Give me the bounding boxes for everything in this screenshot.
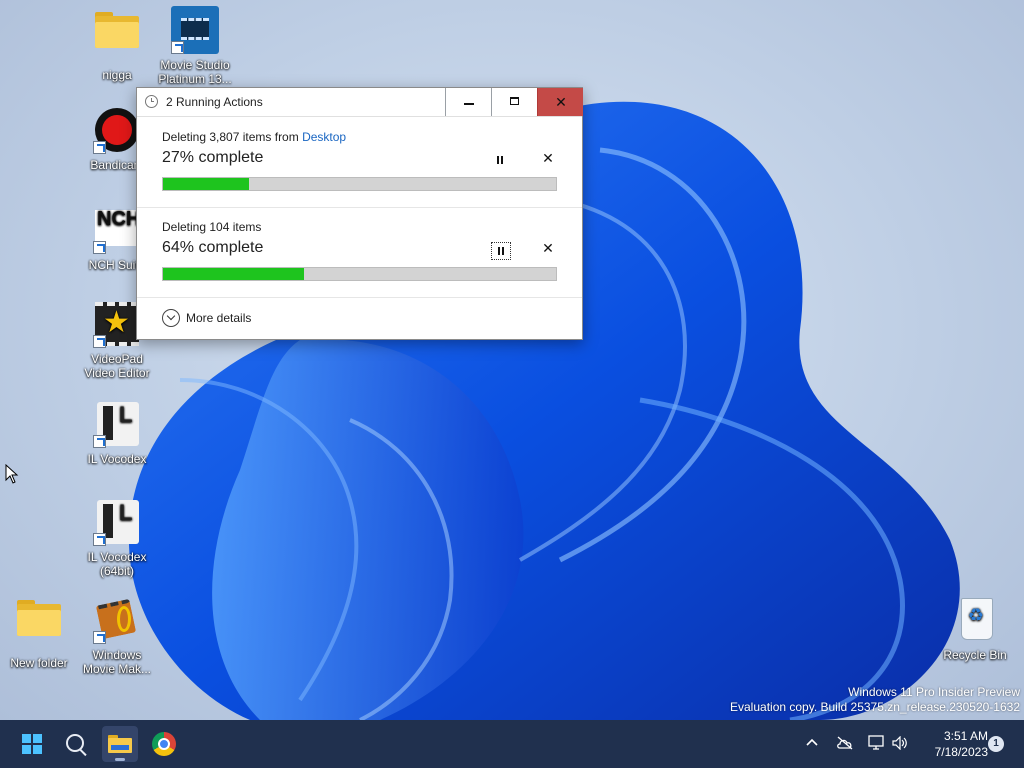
network-icon bbox=[868, 735, 884, 750]
minimize-icon bbox=[464, 103, 474, 105]
chevron-down-icon bbox=[162, 309, 180, 327]
start-icon bbox=[22, 734, 42, 754]
minimize-button[interactable] bbox=[445, 88, 491, 116]
evaluation-watermark: Windows 11 Pro Insider Preview Evaluatio… bbox=[730, 685, 1020, 715]
watermark-line-1: Windows 11 Pro Insider Preview bbox=[848, 685, 1020, 699]
action-description: Deleting 104 items bbox=[162, 220, 261, 234]
videopad-icon: ★ bbox=[93, 300, 141, 348]
close-button[interactable]: ✕ bbox=[537, 88, 583, 116]
file-explorer-button[interactable] bbox=[102, 726, 138, 762]
movie-maker-icon bbox=[93, 596, 141, 644]
volume-icon bbox=[892, 736, 907, 750]
clock-time: 3:51 AM bbox=[943, 729, 988, 743]
search-icon bbox=[66, 734, 84, 752]
chevron-up-icon bbox=[806, 738, 818, 746]
maximize-icon bbox=[510, 97, 519, 105]
start-button[interactable] bbox=[14, 726, 50, 762]
close-icon: ✕ bbox=[555, 94, 567, 110]
cancel-action-button[interactable]: ✕ bbox=[539, 150, 557, 170]
desktop-icon-windows-movie-maker[interactable]: Windows Movie Mak... bbox=[78, 596, 156, 676]
file-explorer-icon bbox=[108, 735, 132, 753]
progress-bar bbox=[162, 267, 557, 281]
volume-tray-button[interactable] bbox=[888, 720, 912, 768]
movie-studio-icon bbox=[171, 6, 219, 54]
chrome-icon bbox=[152, 732, 176, 756]
search-button[interactable] bbox=[58, 726, 94, 762]
taskbar-clock[interactable]: 3:51 AM 7/18/2023 bbox=[918, 728, 988, 760]
desktop-icon-il-vocodex[interactable]: L IL Vocodex bbox=[78, 400, 156, 466]
il-vocodex-icon: L bbox=[93, 400, 141, 448]
desktop-icon-label: Recycle Bin bbox=[943, 648, 1007, 662]
taskbar: 3:51 AM 7/18/2023 bbox=[0, 720, 1024, 768]
il-vocodex-icon: L bbox=[93, 498, 141, 546]
watermark-line-2: Evaluation copy. Build 25375.zn_release.… bbox=[730, 700, 1020, 714]
recycle-bin-icon: ♻ bbox=[951, 596, 999, 644]
folder-icon bbox=[93, 12, 141, 64]
tray-chevron-button[interactable] bbox=[800, 720, 824, 768]
destination-link[interactable]: Desktop bbox=[302, 130, 346, 144]
percent-complete: 27% complete bbox=[162, 149, 264, 166]
mouse-cursor-icon bbox=[5, 463, 19, 489]
cancel-action-button[interactable]: ✕ bbox=[539, 240, 557, 260]
pause-button[interactable] bbox=[491, 242, 511, 260]
folder-icon bbox=[15, 600, 63, 652]
desktop-icon-label: IL Vocodex (64bit) bbox=[87, 550, 147, 578]
pause-icon bbox=[497, 156, 499, 164]
onedrive-icon bbox=[837, 736, 853, 750]
desktop-icon-recycle-bin[interactable]: ♻ Recycle Bin bbox=[936, 596, 1014, 662]
pause-icon bbox=[498, 247, 500, 255]
more-details-label: More details bbox=[186, 311, 252, 325]
notification-badge[interactable]: 1 bbox=[988, 736, 1004, 752]
desktop-icon-label: New folder bbox=[10, 656, 68, 670]
running-actions-dialog: 2 Running Actions ✕ Deleting 3,807 items… bbox=[136, 87, 583, 340]
dialog-titlebar[interactable]: 2 Running Actions ✕ bbox=[137, 88, 583, 117]
action-description-text: Deleting 3,807 items from bbox=[162, 130, 303, 144]
clock-date: 7/18/2023 bbox=[934, 745, 988, 759]
clock-icon bbox=[145, 95, 158, 108]
network-tray-button[interactable] bbox=[864, 720, 888, 768]
progress-fill bbox=[163, 268, 305, 280]
action-item: Deleting 104 items 64% complete ✕ bbox=[137, 207, 582, 298]
desktop-icon-folder[interactable]: nigga bbox=[78, 8, 156, 82]
percent-complete: 64% complete bbox=[162, 239, 264, 256]
action-description-text: Deleting 104 items bbox=[162, 220, 262, 234]
desktop-icon-label: VideoPad Video Editor bbox=[84, 352, 150, 380]
onedrive-tray-button[interactable] bbox=[832, 720, 858, 768]
desktop-icon-label: Movie Studio Platinum 13... bbox=[158, 58, 232, 86]
action-item: Deleting 3,807 items from Desktop 27% co… bbox=[137, 117, 582, 208]
pause-button[interactable] bbox=[491, 152, 511, 170]
nch-suite-icon: NCH bbox=[93, 206, 141, 254]
chrome-button[interactable] bbox=[146, 726, 182, 762]
desktop-icon-label: nigga bbox=[102, 68, 132, 82]
desktop-icon-il-vocodex-64[interactable]: L IL Vocodex (64bit) bbox=[78, 498, 156, 578]
desktop-icon-new-folder[interactable]: New folder bbox=[0, 596, 78, 670]
desktop-icon-movie-studio[interactable]: Movie Studio Platinum 13... bbox=[156, 6, 234, 86]
desktop-icon-label: Windows Movie Mak... bbox=[82, 648, 151, 676]
bandicam-icon bbox=[93, 106, 141, 154]
dialog-title: 2 Running Actions bbox=[166, 95, 263, 109]
desktop-icon-label: IL Vocodex bbox=[87, 452, 147, 466]
progress-fill bbox=[163, 178, 250, 190]
progress-bar bbox=[162, 177, 557, 191]
action-description: Deleting 3,807 items from Desktop bbox=[162, 130, 346, 144]
maximize-button[interactable] bbox=[491, 88, 537, 116]
